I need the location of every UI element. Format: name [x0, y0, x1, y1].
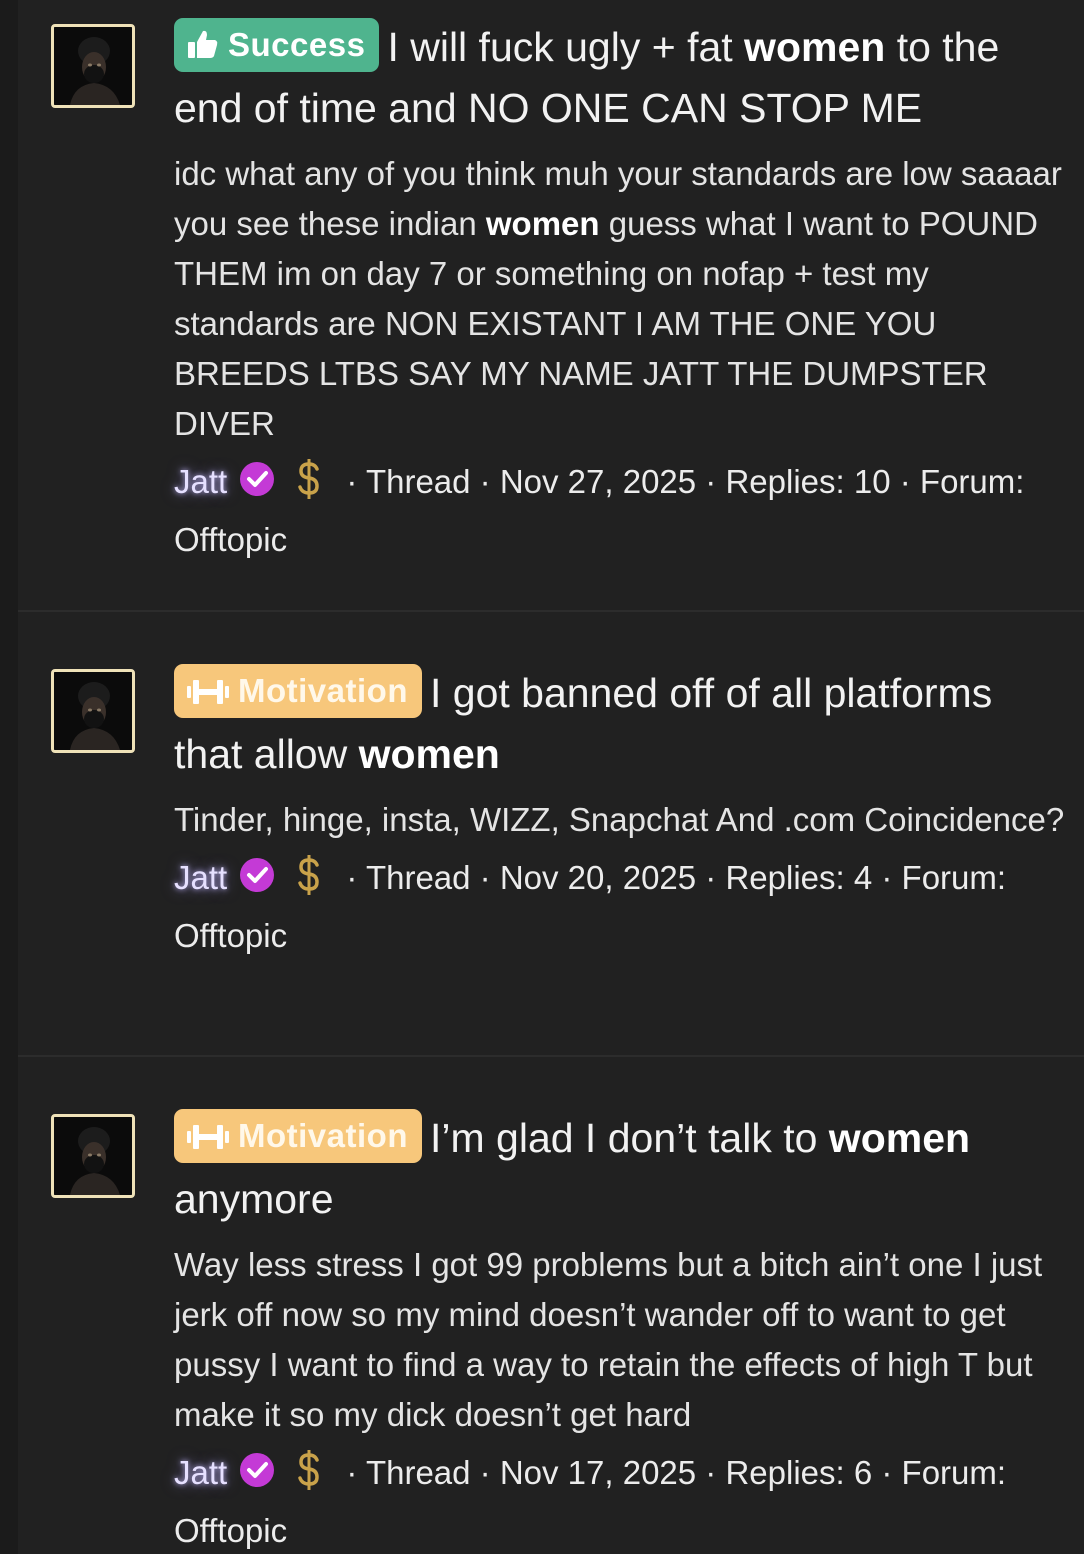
- thread-type: Thread: [365, 1454, 471, 1491]
- thread-date[interactable]: Nov 20, 2025: [500, 859, 696, 896]
- reply-count: Replies: 4: [725, 859, 873, 896]
- meta-separator: ·: [696, 859, 726, 896]
- title-highlight: women: [744, 24, 886, 70]
- prefix-badge-motivation[interactable]: Motivation: [174, 1109, 422, 1163]
- thread-title[interactable]: Motivation I got banned off of all platfo…: [174, 663, 1070, 785]
- dumbbell-icon: [186, 1114, 230, 1168]
- thread-content: Motivation I’m glad I don’t talk to women…: [174, 1108, 1070, 1554]
- thread-type: Thread: [365, 463, 471, 500]
- prefix-badge-success[interactable]: Success: [174, 18, 380, 72]
- thread-meta: Jatt · Thread · Nov 17, 2025 · Replies: …: [174, 1448, 1070, 1554]
- thread-content: Motivation I got banned off of all platfo…: [174, 663, 1070, 961]
- thread-item[interactable]: Motivation I’m glad I don’t talk to women…: [18, 1057, 1084, 1554]
- avatar[interactable]: [51, 669, 135, 753]
- thread-meta: Jatt · Thread · Nov 20, 2025 · Replies: …: [174, 853, 1070, 961]
- thread-type: Thread: [365, 859, 471, 896]
- thread-snippet: Tinder, hinge, insta, WIZZ, Snapchat And…: [174, 795, 1070, 845]
- thread-item[interactable]: Success I will fuck ugly + fat women to t…: [18, 0, 1084, 610]
- meta-separator: ·: [337, 1454, 366, 1491]
- thread-snippet: Way less stress I got 99 problems but a …: [174, 1240, 1070, 1440]
- verified-check-icon: [239, 461, 275, 511]
- reply-count: Replies: 6: [725, 1454, 873, 1491]
- meta-separator: ·: [872, 859, 902, 896]
- thumbs-up-icon: [186, 23, 220, 77]
- thread-list-page: Success I will fuck ugly + fat women to t…: [0, 0, 1084, 1554]
- left-rail: [0, 0, 18, 1554]
- prefix-label: Motivation: [238, 672, 408, 709]
- thread-item[interactable]: Motivation I got banned off of all platfo…: [18, 612, 1084, 1055]
- meta-separator: ·: [470, 859, 500, 896]
- thread-date[interactable]: Nov 17, 2025: [500, 1454, 696, 1491]
- thread-content: Success I will fuck ugly + fat women to t…: [174, 17, 1070, 565]
- author-link[interactable]: Jatt: [174, 859, 227, 896]
- avatar-portrait-icon: [54, 672, 132, 750]
- meta-separator: ·: [337, 463, 366, 500]
- avatar[interactable]: [51, 24, 135, 108]
- meta-separator: ·: [872, 1454, 902, 1491]
- meta-separator: ·: [890, 463, 920, 500]
- author-link[interactable]: Jatt: [174, 1454, 227, 1491]
- prefix-label: Success: [228, 26, 366, 63]
- meta-separator: ·: [470, 1454, 500, 1491]
- meta-separator: ·: [696, 1454, 726, 1491]
- title-highlight: women: [828, 1115, 971, 1161]
- thread-title[interactable]: Motivation I’m glad I don’t talk to women…: [174, 1108, 1070, 1230]
- thread-meta: Jatt · Thread · Nov 27, 2025 · Replies: …: [174, 457, 1070, 565]
- thread-title[interactable]: Success I will fuck ugly + fat women to t…: [174, 17, 1070, 139]
- title-text: anymore: [174, 1176, 334, 1222]
- dollar-sign-icon: [291, 457, 327, 515]
- reply-count: Replies: 10: [725, 463, 891, 500]
- title-text: I will fuck ugly + fat: [387, 24, 745, 70]
- snippet-text: Way less stress I got 99 problems but a …: [174, 1246, 1043, 1433]
- thread-date[interactable]: Nov 27, 2025: [500, 463, 696, 500]
- avatar-portrait-icon: [54, 27, 132, 105]
- avatar[interactable]: [51, 1114, 135, 1198]
- title-text: I’m glad I don’t talk to: [429, 1115, 829, 1161]
- dumbbell-icon: [186, 669, 230, 723]
- title-highlight: women: [358, 731, 500, 777]
- verified-check-icon: [239, 857, 275, 907]
- dollar-sign-icon: [291, 1448, 327, 1506]
- author-link[interactable]: Jatt: [174, 463, 227, 500]
- meta-separator: ·: [696, 463, 726, 500]
- prefix-label: Motivation: [238, 1117, 408, 1154]
- snippet-text: Tinder, hinge, insta, WIZZ, Snapchat And…: [174, 801, 1065, 838]
- prefix-badge-motivation[interactable]: Motivation: [174, 664, 422, 718]
- dollar-sign-icon: [291, 853, 327, 911]
- avatar-portrait-icon: [54, 1117, 132, 1195]
- thread-snippet: idc what any of you think muh your stand…: [174, 149, 1070, 449]
- meta-separator: ·: [470, 463, 500, 500]
- verified-check-icon: [239, 1452, 275, 1502]
- snippet-highlight: women: [485, 205, 600, 242]
- meta-separator: ·: [337, 859, 366, 896]
